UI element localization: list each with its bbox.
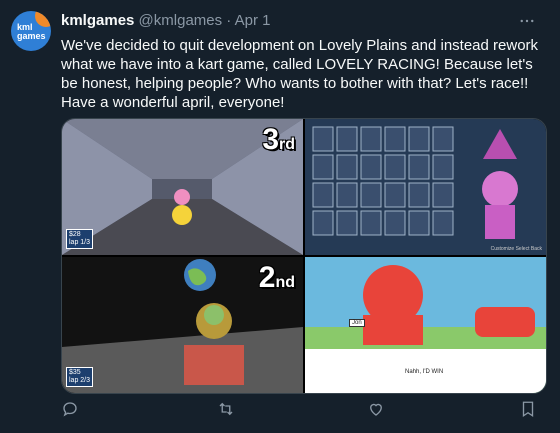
rank-number: 3: [262, 123, 279, 156]
race-stats: $28 lap 1/3: [66, 229, 94, 249]
reply-icon[interactable]: [61, 400, 79, 423]
media-panel-dialogue[interactable]: Jon Nahh, I'D WIN: [305, 257, 546, 393]
money: $28: [69, 231, 81, 238]
avatar-text: kml games: [17, 22, 46, 41]
dialogue-text: Nahh, I'D WIN: [405, 369, 444, 375]
media-panel-race-2nd[interactable]: 2nd $35 lap 2/3: [62, 257, 303, 393]
media-panel-character-select[interactable]: Customize Select Back: [305, 119, 546, 255]
tweet-header: kmlgames @kmlgames · Apr 1: [61, 12, 271, 29]
handle[interactable]: @kmlgames: [139, 12, 223, 29]
rank-suffix: rd: [279, 136, 295, 153]
avatar[interactable]: kml games: [11, 11, 51, 51]
media-panel-race-3rd[interactable]: 3rd $28 lap 1/3: [62, 119, 303, 255]
speaker-name: Jon: [349, 319, 365, 327]
rank-suffix: nd: [275, 274, 295, 291]
select-menu: Customize Select Back: [490, 246, 542, 252]
race-stats: $35 lap 2/3: [66, 367, 94, 387]
action-bar: [61, 400, 541, 422]
lap-counter: lap 1/3: [69, 239, 91, 246]
race-position: 2nd: [259, 261, 295, 295]
separator: ·: [226, 12, 232, 29]
rank-number: 2: [258, 261, 276, 294]
retweet-icon[interactable]: [217, 400, 235, 423]
tweet: kml games kmlgames @kmlgames · Apr 1 We'…: [0, 0, 560, 433]
bookmark-icon[interactable]: [519, 400, 537, 423]
heart-icon[interactable]: [367, 400, 385, 423]
tweet-text: We've decided to quit development on Lov…: [61, 37, 539, 111]
character-grid: [312, 126, 518, 239]
more-icon[interactable]: [518, 12, 536, 35]
display-name[interactable]: kmlgames: [61, 12, 134, 29]
tweet-date[interactable]: Apr 1: [235, 12, 271, 29]
lap-counter: lap 2/3: [69, 377, 91, 384]
race-position: 3rd: [262, 123, 295, 157]
money: $35: [69, 369, 81, 376]
tweet-media[interactable]: 3rd $28 lap 1/3 Customize Select Back 2n…: [61, 118, 547, 394]
